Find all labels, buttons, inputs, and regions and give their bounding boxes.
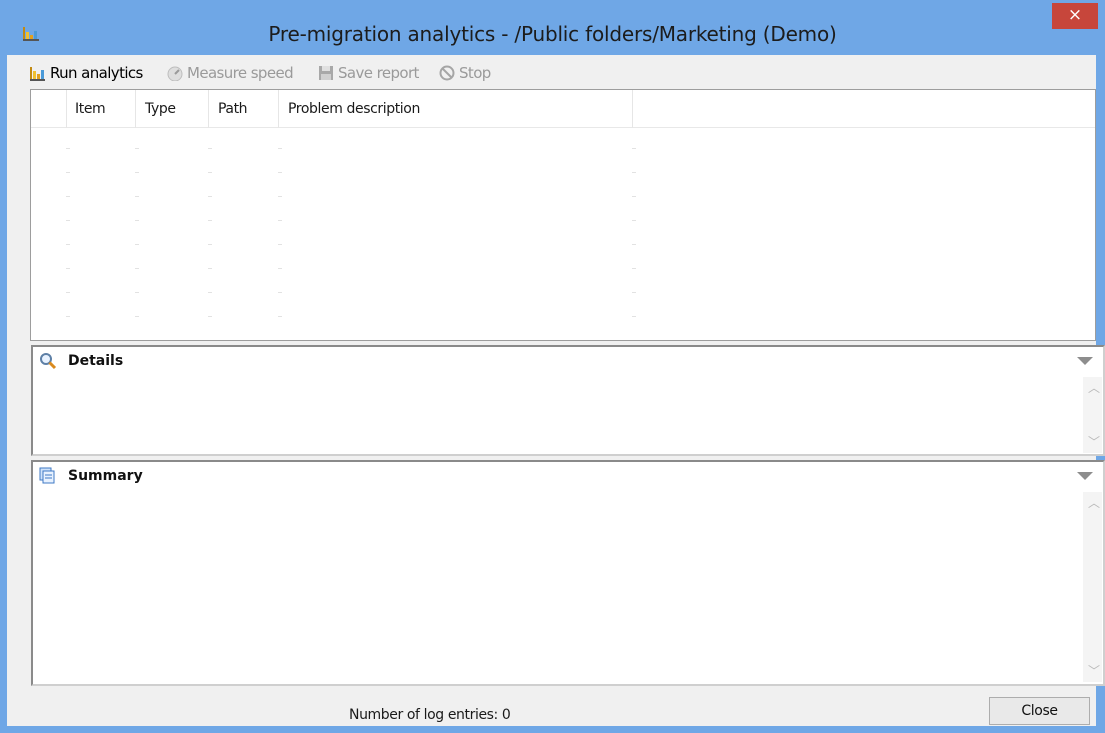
- stop-button[interactable]: Stop: [439, 63, 491, 83]
- run-analytics-label: Run analytics: [50, 64, 143, 82]
- title-bar[interactable]: Pre-migration analytics - /Public folder…: [0, 0, 1105, 55]
- save-report-label: Save report: [338, 64, 419, 82]
- run-analytics-button[interactable]: Run analytics: [30, 63, 143, 83]
- empty-cell-marker: [66, 316, 70, 317]
- summary-panel: Summary ︿ ﹀: [31, 460, 1105, 686]
- empty-cell-marker: [278, 196, 282, 197]
- empty-cell-marker: [208, 148, 212, 149]
- empty-cell-marker: [208, 172, 212, 173]
- empty-cell-marker: [66, 220, 70, 221]
- floppy-icon: [319, 66, 333, 80]
- summary-scrollbar[interactable]: ︿ ﹀: [1083, 492, 1102, 682]
- status-bar: Number of log entries: 0: [7, 700, 1096, 726]
- details-title: Details: [68, 353, 124, 369]
- empty-cell-marker: [66, 172, 70, 173]
- toolbar: Run analytics Measure speed Save report …: [7, 55, 1096, 89]
- empty-cell-marker: [278, 172, 282, 173]
- save-report-button[interactable]: Save report: [318, 63, 419, 83]
- column-header-path[interactable]: Path: [218, 101, 248, 117]
- empty-cell-marker: [632, 292, 636, 293]
- pages-icon: [39, 467, 55, 484]
- stop-icon: [439, 65, 455, 81]
- column-header-type[interactable]: Type: [145, 101, 176, 117]
- empty-cell-marker: [278, 148, 282, 149]
- empty-cell-marker: [135, 172, 139, 173]
- empty-cell-marker: [278, 292, 282, 293]
- empty-cell-marker: [135, 220, 139, 221]
- empty-cell-marker: [208, 292, 212, 293]
- scroll-up-icon[interactable]: ︿: [1088, 494, 1100, 511]
- empty-cell-marker: [278, 268, 282, 269]
- empty-cell-marker: [66, 148, 70, 149]
- measure-speed-label: Measure speed: [187, 64, 294, 82]
- summary-title: Summary: [68, 468, 143, 484]
- empty-cell-marker: [278, 220, 282, 221]
- column-divider[interactable]: [135, 90, 136, 128]
- empty-cell-marker: [66, 292, 70, 293]
- empty-cell-marker: [208, 220, 212, 221]
- collapse-details-icon[interactable]: [1077, 357, 1093, 365]
- empty-cell-marker: [66, 244, 70, 245]
- empty-cell-marker: [135, 316, 139, 317]
- window-close-button[interactable]: ×: [1052, 3, 1098, 29]
- empty-cell-marker: [632, 244, 636, 245]
- empty-cell-marker: [632, 268, 636, 269]
- stop-label: Stop: [459, 64, 491, 82]
- column-divider[interactable]: [66, 90, 67, 128]
- speedometer-icon: [167, 66, 183, 81]
- chart-icon: [30, 67, 45, 81]
- client-area: Run analytics Measure speed Save report …: [7, 55, 1105, 726]
- empty-cell-marker: [632, 172, 636, 173]
- empty-cell-marker: [278, 244, 282, 245]
- grid-header: Item Type Path Problem description: [31, 90, 1095, 128]
- empty-cell-marker: [632, 148, 636, 149]
- column-divider[interactable]: [632, 90, 633, 128]
- empty-cell-marker: [135, 196, 139, 197]
- window-title: Pre-migration analytics - /Public folder…: [268, 22, 837, 46]
- magnifier-icon: [40, 353, 57, 370]
- empty-cell-marker: [208, 316, 212, 317]
- close-button[interactable]: Close: [989, 697, 1090, 725]
- empty-cell-marker: [135, 268, 139, 269]
- empty-cell-marker: [278, 316, 282, 317]
- log-entries-count: Number of log entries: 0: [349, 707, 511, 723]
- column-header-problem-description[interactable]: Problem description: [288, 101, 420, 117]
- measure-speed-button[interactable]: Measure speed: [167, 63, 294, 83]
- empty-cell-marker: [66, 196, 70, 197]
- column-header-item[interactable]: Item: [75, 101, 106, 117]
- log-grid[interactable]: Item Type Path Problem description: [30, 89, 1096, 341]
- scroll-down-icon[interactable]: ﹀: [1088, 662, 1100, 679]
- collapse-summary-icon[interactable]: [1077, 472, 1093, 480]
- details-scrollbar[interactable]: ︿ ﹀: [1083, 377, 1102, 453]
- empty-cell-marker: [135, 244, 139, 245]
- empty-cell-marker: [208, 268, 212, 269]
- column-divider[interactable]: [278, 90, 279, 128]
- empty-cell-marker: [632, 316, 636, 317]
- empty-cell-marker: [632, 196, 636, 197]
- empty-cell-marker: [208, 244, 212, 245]
- empty-cell-marker: [135, 292, 139, 293]
- details-panel: Details ︿ ﹀: [31, 345, 1105, 456]
- column-divider[interactable]: [208, 90, 209, 128]
- scroll-up-icon[interactable]: ︿: [1088, 379, 1100, 396]
- empty-cell-marker: [632, 220, 636, 221]
- scroll-down-icon[interactable]: ﹀: [1088, 433, 1100, 450]
- empty-cell-marker: [208, 196, 212, 197]
- empty-cell-marker: [135, 148, 139, 149]
- empty-cell-marker: [66, 268, 70, 269]
